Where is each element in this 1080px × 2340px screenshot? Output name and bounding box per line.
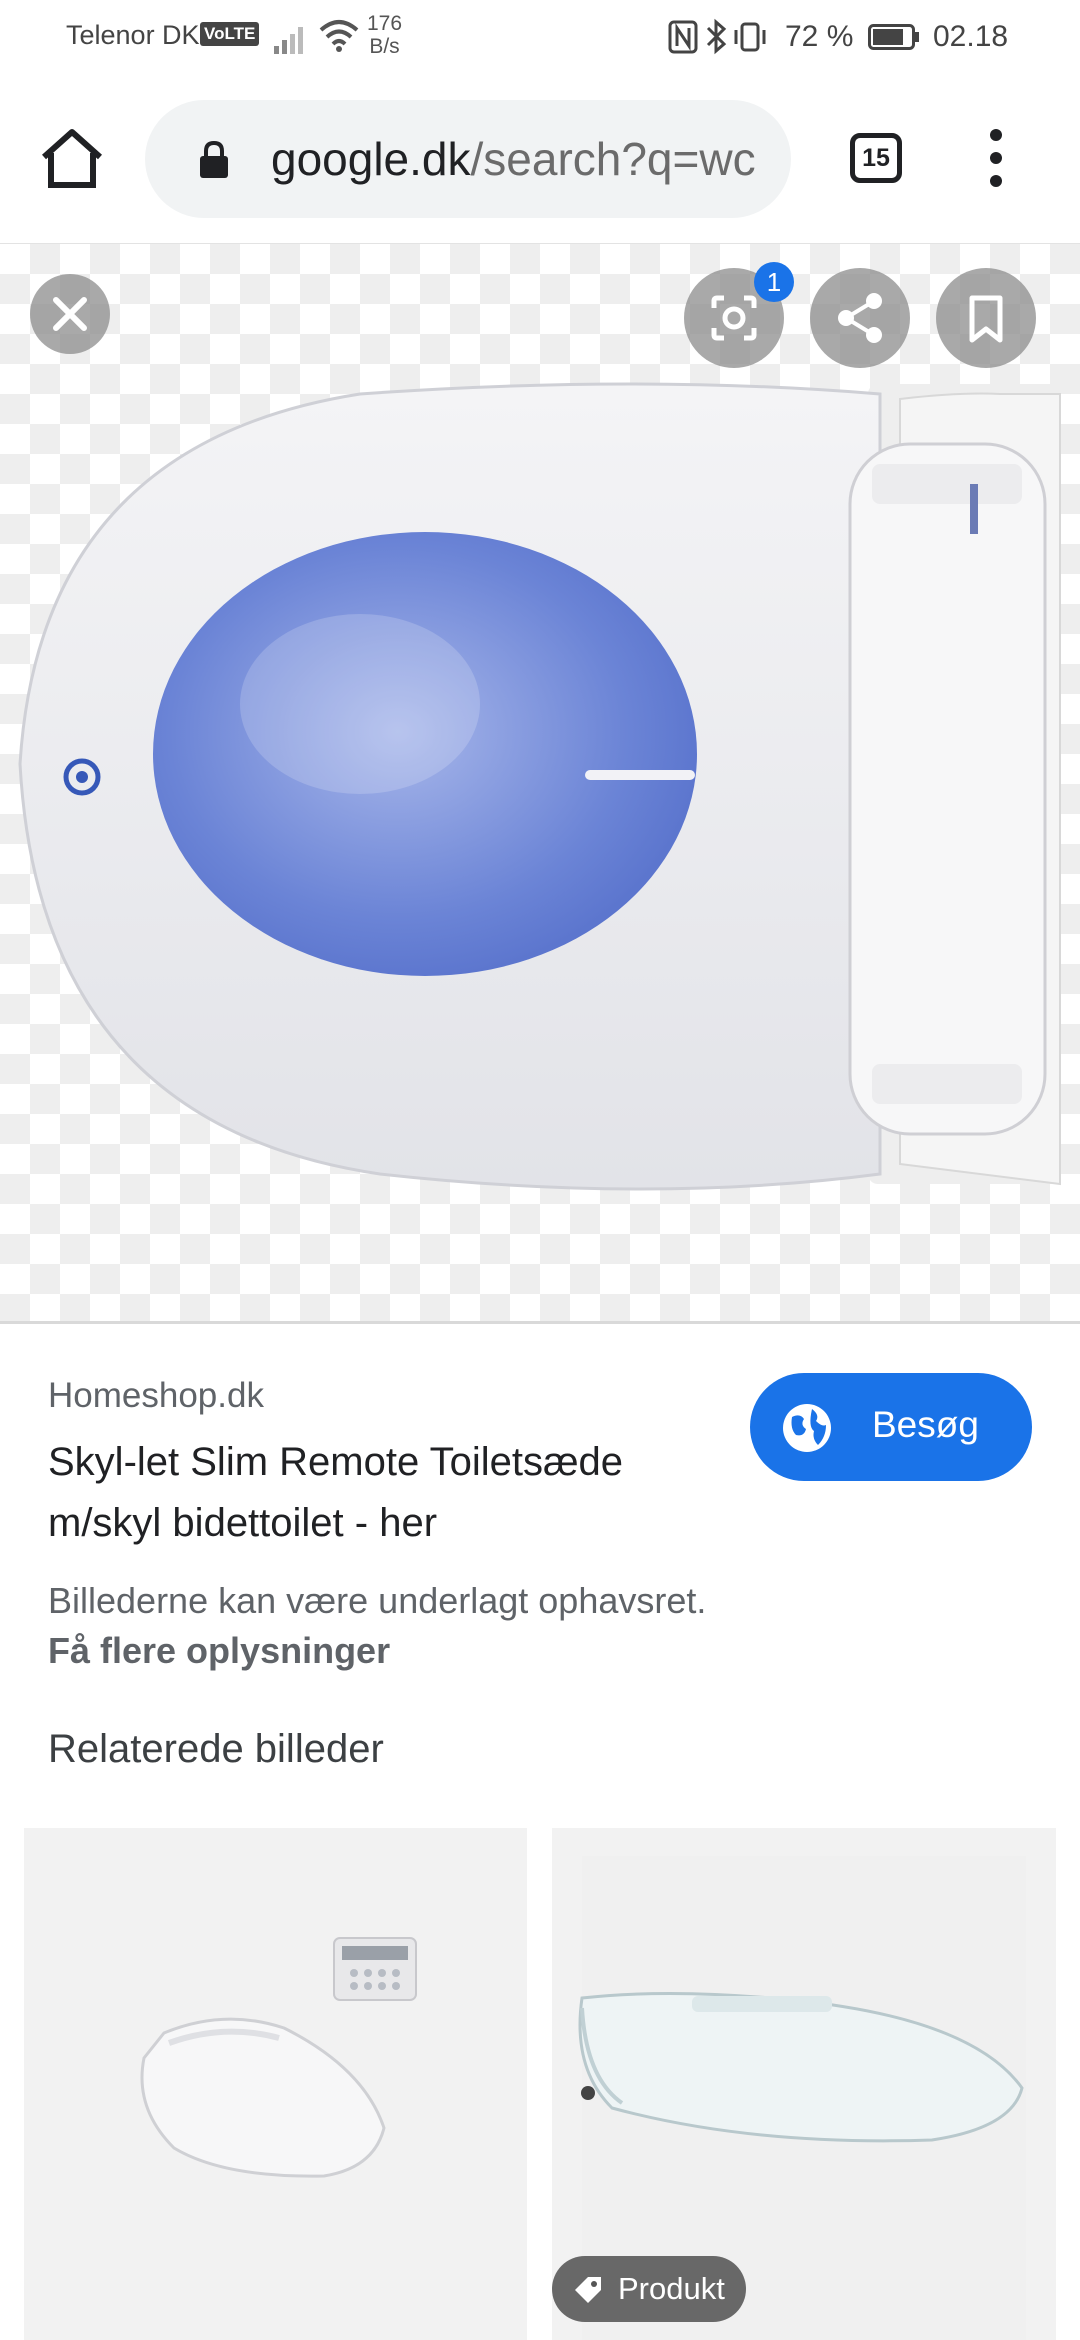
share-button[interactable] (810, 268, 910, 368)
carrier-name: Telenor DK (66, 20, 200, 50)
vibrate-icon (734, 22, 766, 52)
nfc-icon (668, 20, 698, 54)
tag-icon (575, 2277, 601, 2303)
tabs-icon[interactable]: 15 (850, 133, 902, 183)
image-viewer: 1 (0, 244, 1080, 1322)
toilet-seat-image[interactable] (0, 244, 1080, 1322)
visit-label: Besøg (872, 1404, 979, 1445)
battery-percent: 72 % (785, 20, 854, 53)
related-heading: Relaterede billeder (48, 1727, 384, 1771)
speed-unit: B/s (369, 35, 400, 58)
battery-icon (868, 24, 919, 50)
home-icon[interactable] (38, 127, 106, 191)
divider (0, 1321, 1080, 1324)
system-icons (668, 18, 766, 55)
globe-icon (783, 1404, 831, 1452)
lock-icon (200, 140, 228, 178)
url-domain: google.dk (271, 133, 471, 185)
browser-toolbar: google.dk/search?q=wc 15 (0, 75, 1080, 244)
speed-value: 176 (367, 12, 403, 35)
related-thumbnail-1[interactable] (24, 1828, 527, 2340)
more-info-link[interactable]: Få flere oplysninger (48, 1630, 390, 1672)
volte-badge: VoLTE (200, 22, 260, 46)
source-site[interactable]: Homeshop.dk (48, 1376, 264, 1416)
result-title[interactable]: Skyl-let Slim Remote Toiletsæde m/skyl b… (48, 1432, 728, 1554)
product-chip-label: Produkt (618, 2271, 725, 2306)
address-bar[interactable]: google.dk/search?q=wc (145, 100, 791, 218)
close-button[interactable] (30, 274, 110, 354)
share-icon (838, 293, 882, 343)
signal-icon (274, 27, 303, 54)
url-path: /search?q=wc (470, 133, 756, 185)
status-bar: Telenor DK VoLTE 176 B/s 72 % 02.18 (0, 0, 1080, 75)
toilet-seat-thumbnail (140, 1937, 417, 2178)
lens-badge: 1 (754, 262, 794, 302)
copyright-notice: Billederne kan være underlagt ophavsret. (48, 1580, 707, 1621)
url-text[interactable]: google.dk/search?q=wc (271, 132, 771, 186)
wifi-icon (319, 20, 359, 52)
save-button[interactable] (936, 268, 1036, 368)
more-vert-icon[interactable] (985, 127, 1007, 189)
visit-button[interactable]: Besøg (750, 1373, 1032, 1481)
bluetooth-icon (706, 18, 727, 55)
product-chip[interactable]: Produkt (552, 2256, 746, 2322)
clock: 02.18 (933, 20, 1009, 53)
close-icon (53, 297, 87, 331)
network-speed: 176 B/s (367, 12, 402, 58)
bookmark-icon (969, 295, 1003, 343)
